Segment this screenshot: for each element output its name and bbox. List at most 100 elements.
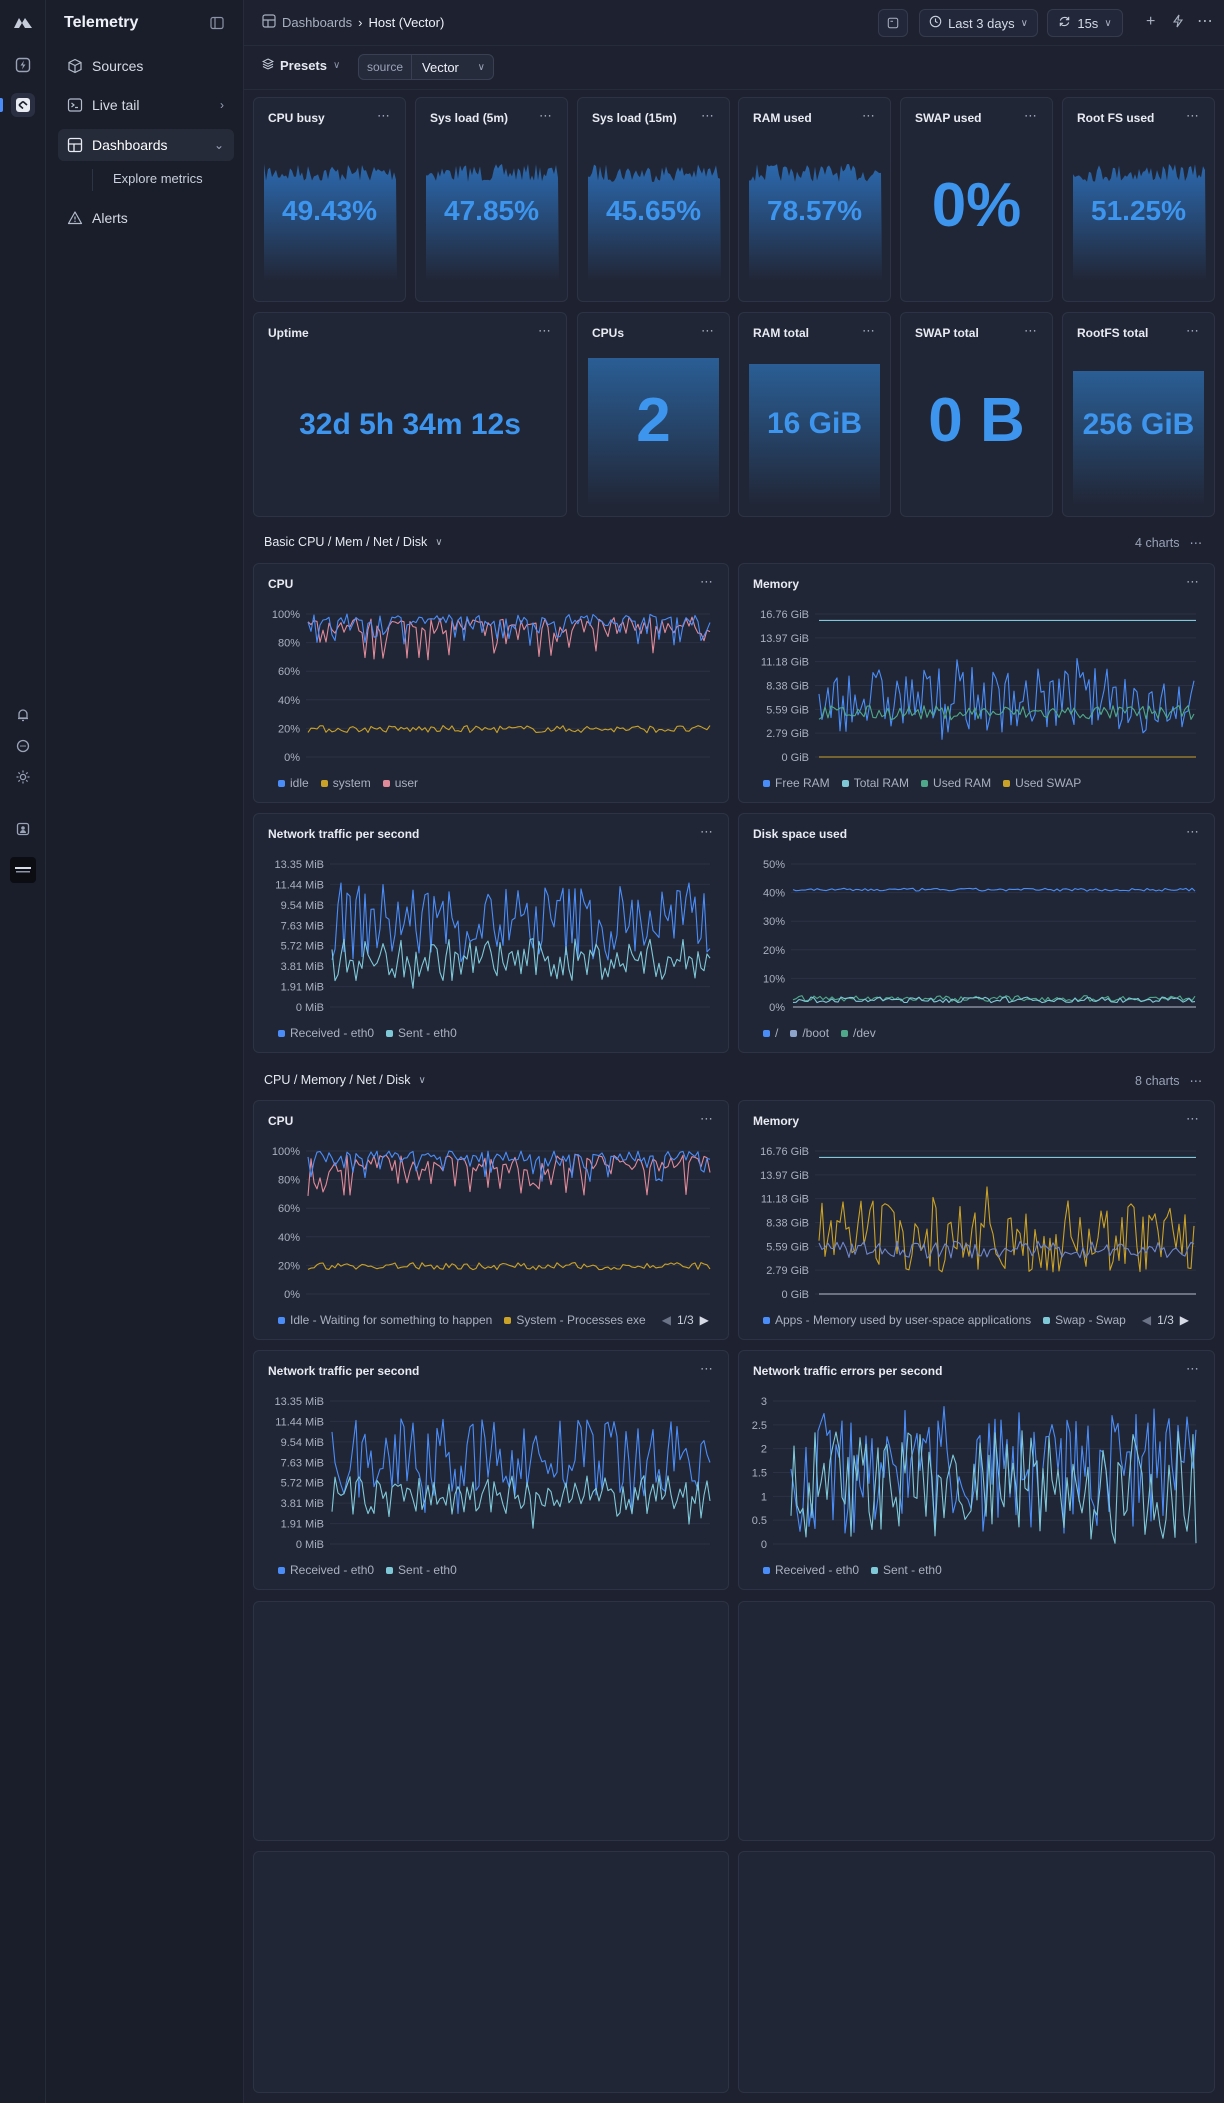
legend-item[interactable]: user [382,776,418,790]
bell-icon[interactable] [11,703,35,727]
legend-item[interactable]: idle [278,776,309,790]
legend-item[interactable]: Received - eth0 [763,1563,859,1577]
source-filter-chip[interactable]: source Vector ∨ [358,54,494,80]
chart-panel[interactable]: Memory ⋯ 16.76 GiB 13.97 GiB 11.18 GiB 8.38 G… [738,563,1215,803]
stat-card[interactable]: SWAP total ⋯ 0 B [900,312,1053,517]
more-icon[interactable]: ⋯ [700,824,714,840]
legend-item[interactable]: Idle - Waiting for something to happen [278,1313,492,1327]
chart-title: Disk space used [753,827,848,841]
legend-item[interactable]: Swap - Swap [1043,1313,1126,1327]
legend-item[interactable]: Apps - Memory used by user-space applica… [763,1313,1031,1327]
legend-item[interactable]: Sent - eth0 [871,1563,942,1577]
legend-item[interactable]: Received - eth0 [278,1026,374,1040]
stat-title: CPUs [592,326,625,340]
more-icon[interactable]: ⋯ [862,108,876,124]
legend-item[interactable]: System - Processes exe [504,1313,646,1327]
y-tick-label: 13.35 MiB [274,859,324,871]
more-icon[interactable]: ⋯ [701,323,715,339]
more-icon[interactable]: ⋯ [701,108,715,124]
more-icon[interactable]: ⋯ [377,108,391,124]
section-header-basic[interactable]: Basic CPU / Mem / Net / Disk ∨ [264,535,443,549]
more-icon[interactable]: ⋯ [1024,108,1038,124]
legend-item[interactable]: / [763,1026,778,1040]
chart-panel[interactable]: Memory ⋯ 16.76 GiB 13.97 GiB 11.18 GiB 8.38 G… [738,1100,1215,1340]
chart-panel[interactable]: Disk space used ⋯ 50% 40% 30% 20% 10% 0% //boot /… [738,813,1215,1053]
stat-card[interactable]: RAM used ⋯ 78.57% [738,97,891,302]
pager-next-icon[interactable]: ▶ [700,1313,709,1327]
legend-item[interactable]: Used RAM [921,776,991,790]
lightning-icon[interactable] [1172,14,1184,32]
chevron-down-icon: ∨ [1020,17,1028,29]
chart-panel[interactable]: CPU ⋯ 100% 80% 60% 40% 20% 0% idle system user [253,563,729,803]
theme-sun-icon[interactable] [11,765,35,789]
refresh-interval-picker[interactable]: 15s ∨ [1047,9,1123,37]
sidebar-item-alerts[interactable]: Alerts [58,202,234,234]
stat-card[interactable]: Uptime ⋯ 32d 5h 34m 12s [253,312,567,517]
more-icon[interactable]: ⋯ [539,108,553,124]
sidebar-item-dashboards[interactable]: Dashboards ⌄ [58,129,234,161]
chart-panel[interactable]: CPU ⋯ 100% 80% 60% 40% 20% 0% Idle - Waiting for… [253,1100,729,1340]
legend-item[interactable]: Sent - eth0 [386,1563,457,1577]
contacts-icon[interactable] [11,817,35,841]
chat-icon[interactable] [11,734,35,758]
legend-item[interactable]: /boot [790,1026,829,1040]
more-icon[interactable]: ⋯ [1186,1361,1200,1377]
more-icon[interactable]: ⋯ [1024,323,1038,339]
stat-card[interactable]: CPUs ⋯ 2 [577,312,730,517]
pager-prev-icon[interactable]: ◀ [662,1313,671,1327]
chart-panel[interactable]: Network traffic per second ⋯ 13.35 MiB 11.4… [253,1350,729,1590]
more-icon[interactable]: ⋯ [1186,323,1200,339]
sidebar-subitem-explore-metrics[interactable]: Explore metrics [92,169,203,191]
y-tick-label: 8.38 GiB [766,1218,809,1230]
stat-card[interactable]: Root FS used ⋯ 51.25% [1062,97,1215,302]
more-icon[interactable]: ⋯ [862,323,876,339]
legend-item[interactable]: Received - eth0 [278,1563,374,1577]
stat-card[interactable]: RootFS total ⋯ 256 GiB [1062,312,1215,517]
y-tick-label: 16.76 GiB [760,1146,809,1158]
section-title: Basic CPU / Mem / Net / Disk [264,535,428,549]
more-icon[interactable]: ⋯ [700,1111,714,1127]
add-icon[interactable]: + [1146,14,1155,30]
stat-card[interactable]: CPU busy ⋯ 49.43% [253,97,406,302]
more-icon[interactable]: ⋯ [1190,1073,1203,1088]
chart-legend: idle system user [278,776,418,790]
stat-card[interactable]: Sys load (5m) ⋯ 47.85% [415,97,568,302]
more-icon[interactable]: ⋯ [1197,14,1214,30]
pager-next-icon[interactable]: ▶ [1180,1313,1189,1327]
legend-item[interactable]: system [320,776,371,790]
legend-item[interactable]: Used SWAP [1003,776,1081,790]
sidebar-item-live-tail[interactable]: Live tail › [58,89,234,121]
legend-swatch [871,1567,879,1575]
section-header-cpu-memory[interactable]: CPU / Memory / Net / Disk ∨ [264,1073,426,1087]
stat-card[interactable]: RAM total ⋯ 16 GiB [738,312,891,517]
more-icon[interactable]: ⋯ [700,1361,714,1377]
more-icon[interactable]: ⋯ [1190,535,1203,550]
sidebar-item-sources[interactable]: Sources [58,50,234,82]
presets-button[interactable]: Presets ∨ [261,58,340,73]
legend-label: system [332,776,371,790]
logo-icon[interactable] [11,10,35,34]
more-icon[interactable]: ⋯ [1186,1111,1200,1127]
legend-item[interactable]: Sent - eth0 [386,1026,457,1040]
team-avatar[interactable] [10,857,36,883]
more-icon[interactable]: ⋯ [1186,574,1200,590]
sidebar-collapse-icon[interactable] [210,16,224,33]
legend-item[interactable]: Total RAM [841,776,909,790]
more-icon[interactable]: ⋯ [1186,108,1200,124]
more-icon[interactable]: ⋯ [700,574,714,590]
stat-card[interactable]: Sys load (15m) ⋯ 45.65% [577,97,730,302]
legend-item[interactable]: Free RAM [763,776,830,790]
panel-toggle-button[interactable] [878,9,908,37]
bolt-icon[interactable] [11,53,35,77]
pager-prev-icon[interactable]: ◀ [1142,1313,1151,1327]
more-icon[interactable]: ⋯ [1186,824,1200,840]
telemetry-app-icon[interactable] [11,93,35,117]
chart-panel[interactable]: Network traffic errors per second ⋯ 3 2.5 2 1… [738,1350,1215,1590]
breadcrumb-root[interactable]: Dashboards [282,15,352,30]
stat-card[interactable]: SWAP used ⋯ 0% [900,97,1053,302]
y-tick-label: 9.54 MiB [281,1437,324,1449]
time-range-picker[interactable]: Last 3 days ∨ [919,9,1038,37]
chart-panel[interactable]: Network traffic per second ⋯ 13.35 MiB 11.4… [253,813,729,1053]
more-icon[interactable]: ⋯ [538,323,552,339]
legend-item[interactable]: /dev [841,1026,876,1040]
